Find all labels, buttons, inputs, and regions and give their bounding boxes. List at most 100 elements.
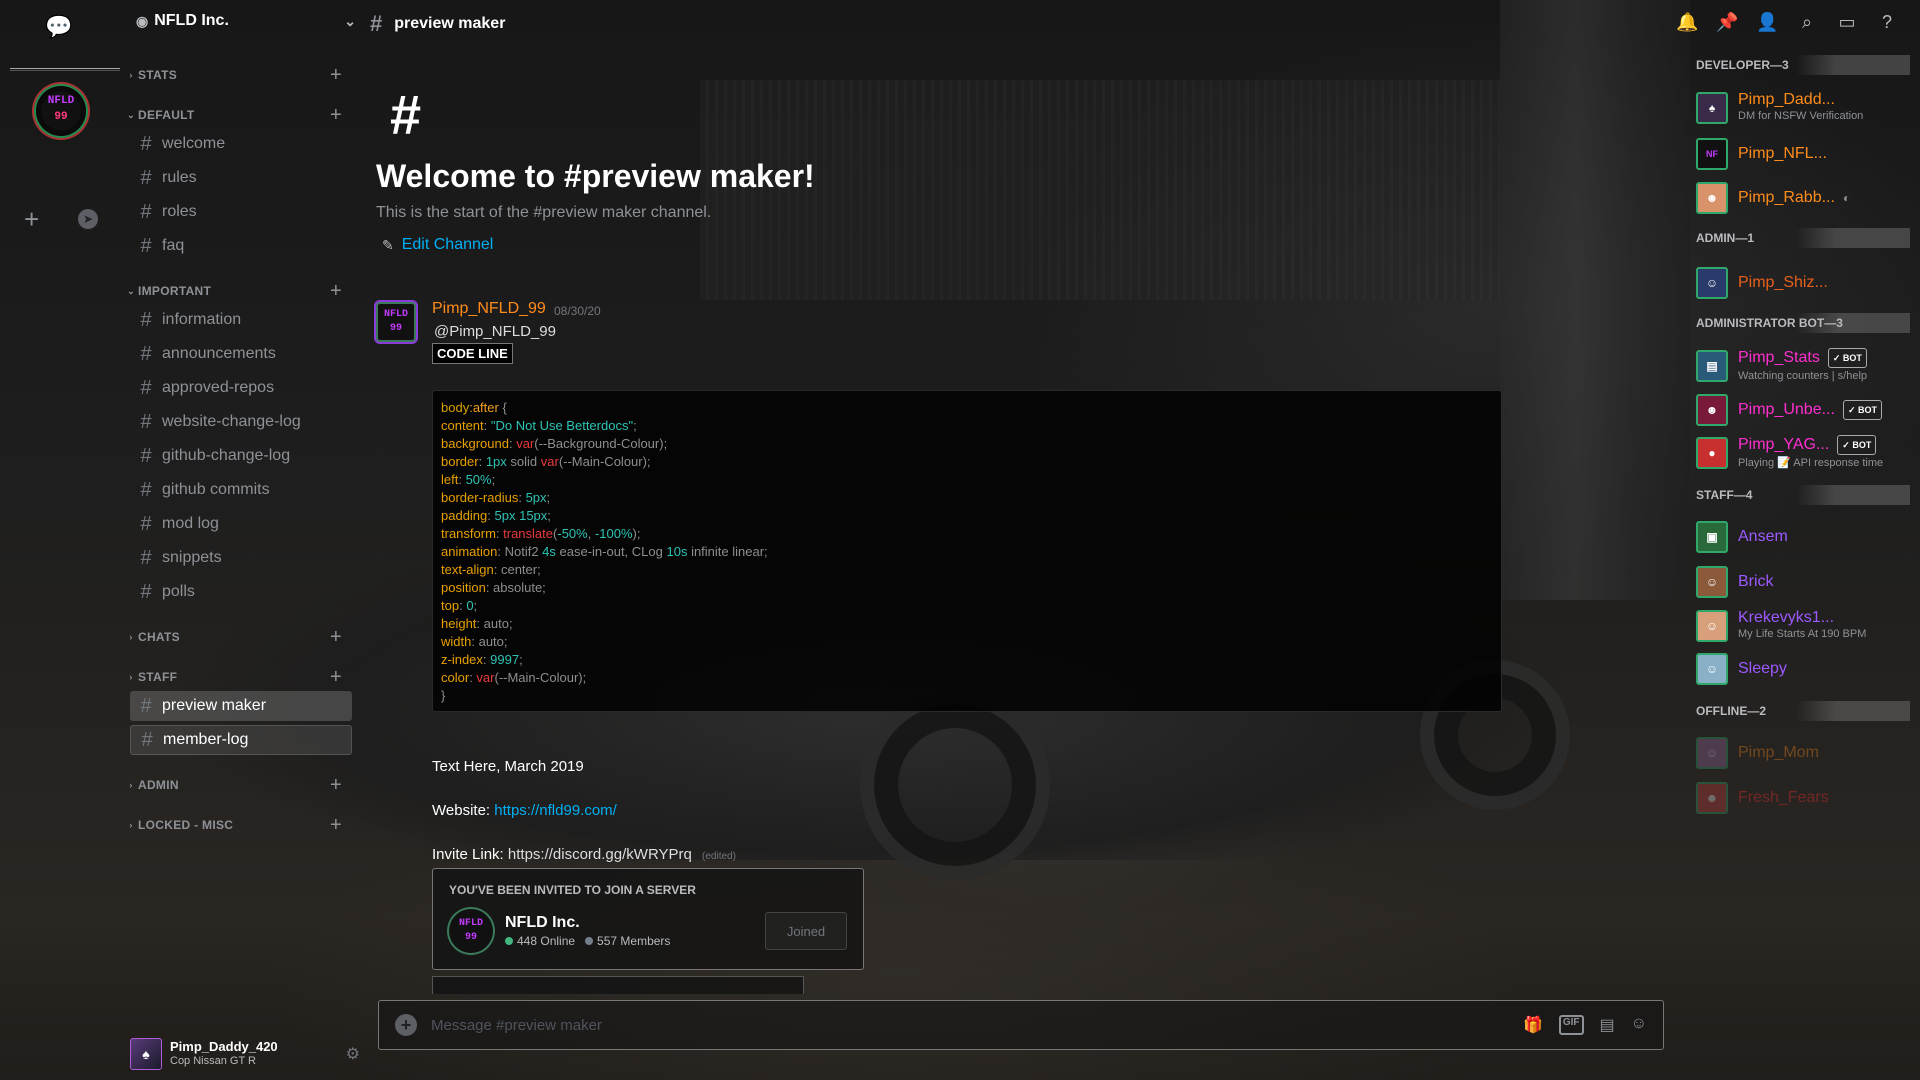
member-item[interactable]: ♠ Pimp_Dadd... DM for NSFW Verification [1696, 89, 1910, 127]
add-channel-icon[interactable]: + [330, 814, 342, 837]
member-item[interactable]: ☺ Brick [1696, 563, 1910, 601]
hash-icon: # [140, 234, 152, 257]
joined-button[interactable]: Joined [765, 912, 847, 950]
channel-faq[interactable]: # faq [130, 231, 352, 261]
member-group-offline: OFFLINE—2 [1676, 701, 1910, 721]
code-token: { [498, 400, 507, 415]
channel-member-log[interactable]: # member-log [130, 725, 352, 755]
member-item[interactable]: ☻ Pimp_Unbe... ✓ BOT [1696, 391, 1910, 429]
member-item[interactable]: ● Pimp_YAG... ✓ BOT Playing 📝 API response… [1696, 434, 1910, 472]
add-channel-icon[interactable]: + [330, 774, 342, 797]
code-token: 5px [525, 490, 547, 505]
avatar[interactable]: ♠ [130, 1038, 162, 1070]
code-token: text-align [441, 562, 494, 577]
channel-roles[interactable]: # roles [130, 197, 352, 227]
code-line: left: 50%; [441, 471, 1501, 489]
channel-title: preview maker [394, 15, 506, 32]
code-token: ; [546, 490, 551, 505]
avatar-text: NFLD [383, 309, 408, 320]
category-label: ADMIN [138, 778, 179, 792]
chevron-right-icon: › [129, 672, 133, 682]
compass-icon[interactable]: ➤ [78, 209, 98, 229]
code-token: ; [633, 418, 637, 433]
member-item[interactable]: ☺ Pimp_Mom [1696, 734, 1910, 772]
code-token: translate [503, 526, 554, 541]
code-line: text-align: center; [441, 561, 1501, 579]
message-input[interactable]: Message #preview maker [431, 1017, 602, 1034]
channel-approved-repos[interactable]: # approved-repos [130, 373, 352, 403]
code-token: left [441, 472, 459, 487]
channel-website-change-log[interactable]: # website-change-log [130, 407, 352, 437]
code-token: ); [632, 526, 641, 541]
avatar: ☺ [1696, 267, 1728, 299]
invite-server-icon: NFLD 99 [449, 909, 493, 953]
member-item[interactable]: ▣ Ansem [1696, 518, 1910, 556]
member-list: DEVELOPER—3 ♠ Pimp_Dadd... DM for NSFW Ve… [1676, 0, 1920, 1080]
add-channel-icon[interactable]: + [330, 64, 342, 87]
add-channel-icon[interactable]: + [330, 104, 342, 127]
channel-announcements[interactable]: # announcements [130, 339, 352, 369]
member-item[interactable]: ▤ Pimp_Stats ✓ BOT Watching counters | s/h… [1696, 347, 1910, 385]
member-item[interactable]: ☻ Pimp_Rabb... ◐ [1696, 179, 1910, 217]
edit-channel-link[interactable]: ✎ Edit Channel [382, 236, 493, 254]
add-channel-icon[interactable]: + [330, 626, 342, 649]
channel-label: github commits [162, 481, 270, 498]
member-group-admin: ADMIN—1 [1676, 228, 1910, 248]
channel-rules[interactable]: # rules [130, 163, 352, 193]
add-channel-icon[interactable]: + [330, 666, 342, 689]
code-line: animation: Notif2 4s ease-in-out, CLog 1… [441, 543, 1501, 561]
message-author[interactable]: Pimp_NFLD_99 [432, 300, 546, 318]
channel-preview-maker[interactable]: # preview maker [130, 691, 352, 721]
website-link[interactable]: https://nfld99.com/ [494, 802, 617, 819]
emoji-icon[interactable]: ☺ [1631, 1015, 1647, 1035]
member-name: Sleepy [1738, 661, 1787, 677]
category-admin[interactable]: › ADMIN + [122, 774, 342, 797]
message-timestamp: 08/30/20 [554, 304, 601, 318]
channel-welcome[interactable]: # welcome [130, 129, 352, 159]
channel-information[interactable]: # information [130, 305, 352, 335]
code-token: ; [519, 652, 523, 667]
code-line: border-radius: 5px; [441, 489, 1501, 507]
member-item[interactable]: NF Pimp_NFL... [1696, 135, 1910, 173]
member-item[interactable]: ☺ Krekevyks1... My Life Starts At 190 BPM [1696, 607, 1910, 645]
channel-github-change-log[interactable]: # github-change-log [130, 441, 352, 471]
channel-github-commits[interactable]: # github commits [130, 475, 352, 505]
code-token: ; [473, 598, 478, 613]
channel-label: mod log [162, 515, 219, 532]
invite-heading: YOU'VE BEEN INVITED TO JOIN A SERVER [449, 883, 696, 897]
channel-snippets[interactable]: # snippets [130, 543, 352, 573]
invite-link[interactable]: https://discord.gg/kWRYPrq [508, 846, 692, 863]
gif-icon[interactable]: GIF [1558, 1015, 1584, 1035]
avatar: ☻ [1696, 394, 1728, 426]
add-channel-icon[interactable]: + [330, 280, 342, 303]
category-important[interactable]: ⌄ IMPORTANT + [122, 280, 342, 303]
channel-polls[interactable]: # polls [130, 577, 352, 607]
message-handle: @Pimp_NFLD_99 [434, 323, 556, 340]
category-staff[interactable]: › STAFF + [122, 666, 342, 689]
gear-icon[interactable]: ⚙ [346, 1044, 360, 1064]
avatar: ☺ [1696, 610, 1728, 642]
avatar: ☻ [1696, 782, 1728, 814]
plus-icon[interactable]: + [24, 204, 39, 235]
server-icon[interactable]: NFLD 99 [36, 86, 86, 136]
server-header[interactable]: ◉ NFLD Inc. ⌄ [136, 12, 356, 30]
invite-line: Invite Link: https://discord.gg/kWRYPrq … [432, 846, 736, 863]
category-locked-misc[interactable]: › LOCKED - MISC + [122, 814, 342, 837]
chat-bubble-icon[interactable]: 💬 [44, 14, 74, 40]
channel-mod-log[interactable]: # mod log [130, 509, 352, 539]
gift-icon[interactable]: 🎁 [1523, 1015, 1543, 1035]
member-item[interactable]: ☺ Sleepy [1696, 650, 1910, 688]
code-token: : Notif2 [497, 544, 543, 559]
member-item[interactable]: ☻ Fresh_Fears [1696, 779, 1910, 817]
category-chats[interactable]: › CHATS + [122, 626, 342, 649]
sticker-icon[interactable]: ▤ [1600, 1015, 1615, 1035]
attach-plus-icon[interactable]: + [395, 1014, 417, 1036]
message-avatar[interactable]: NFLD 99 [376, 302, 416, 342]
code-token: var [540, 454, 559, 469]
server-icon-number: 99 [54, 111, 68, 123]
channel-label: welcome [162, 135, 226, 152]
member-item[interactable]: ☺ Pimp_Shiz... [1696, 264, 1910, 302]
member-name: Ansem [1738, 529, 1788, 545]
category-stats[interactable]: › STATS + [122, 64, 342, 87]
category-default[interactable]: ⌄ DEFAULT + [122, 104, 342, 127]
